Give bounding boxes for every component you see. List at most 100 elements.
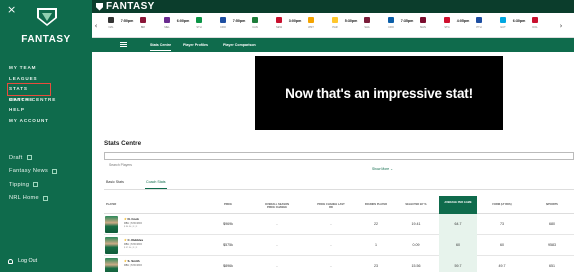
hamburger-menu-icon[interactable] [120, 42, 127, 47]
team-abbr: CAN [252, 26, 258, 29]
col-dollar-per-point[interactable]: $/POINTS [534, 203, 570, 206]
cell-avg: 60 [439, 235, 477, 256]
table-row[interactable]: ★ N. Cook RBU | SYD ROO $ 94.3k | 3 | 3 $96… [104, 214, 574, 235]
nrl-logo [25, 6, 69, 28]
team-abbr: DOL [532, 26, 538, 29]
fixture-match[interactable]: NEW 3:00pm WST [274, 15, 326, 35]
close-icon[interactable]: × [7, 3, 16, 16]
fixture-match[interactable]: PAR 5:30pm SHA [330, 15, 382, 35]
table-row[interactable]: ★ S. Smith RBU | SYD ROO $896k - - 23 15.56 59.… [104, 256, 574, 272]
show-more-button[interactable]: Show More ⌄ [372, 167, 393, 171]
star-icon[interactable]: ★ [124, 238, 128, 242]
sidebar-item-leagues[interactable]: LEAGUES [9, 74, 89, 85]
cell-last: - [330, 222, 332, 226]
chevron-right-icon[interactable]: › [558, 20, 564, 32]
team-logo-icon [364, 17, 370, 23]
logout-label: Log Out [18, 258, 38, 264]
cell-avg: 59.7 [439, 256, 477, 272]
cell-season: - [276, 243, 278, 247]
star-icon[interactable]: ★ [124, 259, 128, 263]
fixtures-strip: ‹ › NZL 7:50pm BRI MEL 6:00pm STH CRO 7:50pm CAN… [92, 13, 574, 38]
cell-selected: 19.41 [411, 222, 421, 226]
logout-button[interactable]: Log Out [8, 258, 37, 264]
team-abbr: WST [308, 26, 314, 29]
team-abbr: NZL [108, 26, 114, 29]
col-season-change[interactable]: OVERALL SEASON PRICE CHANGE [262, 203, 292, 210]
team-logo-icon [476, 17, 482, 23]
player-avatar [105, 237, 118, 254]
sidebar-link-nrl-home[interactable]: NRL Home [9, 192, 57, 206]
table-row[interactable]: ★ C. Rubbles RBU | SYD ROO $ 57.5k | 3 | 3… [104, 235, 574, 256]
search-players-input[interactable] [105, 162, 573, 168]
col-rounds[interactable]: ROUNDS PLAYED [364, 203, 388, 206]
sidebar-item-my-account[interactable]: MY ACCOUNT [9, 116, 89, 127]
team-logo-icon [140, 17, 146, 23]
col-selected[interactable]: SELECTED BY % [404, 203, 428, 206]
sidebar-item-match-centre[interactable]: MATCH CENTRE [9, 95, 89, 106]
cell-pts: 680 [549, 222, 555, 226]
sidebar-item-stats-centre[interactable]: STATS CENTRE [7, 83, 51, 102]
team-abbr: STH [196, 26, 202, 29]
player-name[interactable]: ★ S. Smith [124, 259, 140, 263]
fixture-match[interactable]: CRO 7:35pm MAN [386, 15, 438, 35]
fixture-match[interactable]: NZL 7:50pm BRI [106, 15, 158, 35]
player-name[interactable]: ★ C. Rubbles [124, 238, 143, 242]
tab-player-comparison[interactable]: Player Comparison [223, 38, 256, 52]
cell-selected: 15.56 [411, 264, 421, 268]
player-position-team: RBU | SYD ROO [124, 222, 143, 225]
sidebar-item-help[interactable]: HELP [9, 105, 89, 116]
fixture-time: 6:30pm [512, 19, 526, 23]
sidebar-link-label: Tipping [9, 181, 30, 188]
fixture-match[interactable]: CRO 7:50pm CAN [218, 15, 270, 35]
cell-season: - [276, 222, 278, 226]
team-logo-icon [196, 17, 202, 23]
team-abbr: GCT [500, 26, 506, 29]
sidebar-menu: MY TEAM LEAGUES STATS CENTRE MATCH CENTR… [7, 63, 89, 127]
tab-stats-centre[interactable]: Stats Centre [150, 38, 172, 52]
team-abbr: CRO [220, 26, 226, 29]
team-logo-icon [108, 17, 114, 23]
player-position-team: RBU | SYD ROO [124, 243, 143, 246]
tab-coach-stats[interactable]: Coach Stats [145, 180, 167, 189]
player-name[interactable]: ★ N. Cook [124, 217, 139, 221]
col-last-rd-change[interactable]: PRICE CHANGE LAST RD [316, 203, 346, 210]
top-bar: FANTASY [92, 0, 574, 13]
sidebar-item-my-team[interactable]: MY TEAM [9, 63, 89, 74]
cell-price: $969k [223, 222, 233, 226]
cell-price: $896k [223, 264, 233, 268]
tab-basic-stats[interactable]: Basic Stats [106, 180, 124, 184]
chevron-left-icon[interactable]: ‹ [93, 20, 99, 32]
col-player[interactable]: PLAYER [106, 203, 130, 206]
team-logo-icon [252, 17, 258, 23]
team-logo-icon [220, 17, 226, 23]
col-form[interactable]: FORM (LT RDS) [488, 203, 516, 206]
cell-rounds: 23 [374, 264, 378, 268]
nrl-mini-logo-icon [96, 2, 103, 11]
sidebar-link-tipping[interactable]: Tipping [9, 178, 57, 192]
sidebar-external-links: Draft Fantasy News Tipping NRL Home [9, 151, 58, 206]
team-logo-icon [420, 17, 426, 23]
fixture-time: 7:50pm [120, 19, 134, 23]
fixture-match[interactable]: MEL 6:00pm STH [162, 15, 214, 35]
fixture-match[interactable]: GCT 6:30pm DOL [498, 15, 550, 35]
fixture-match[interactable]: STG 4:05pm PTH [442, 15, 494, 35]
team-abbr: PTH [476, 26, 482, 29]
stats-table-header: PLAYER PRICE OVERALL SEASON PRICE CHANGE… [104, 196, 574, 214]
player-avatar [105, 216, 118, 233]
col-price[interactable]: PRICE [216, 203, 240, 206]
team-logo-icon [532, 17, 538, 23]
sidebar: × FANTASY MY TEAM LEAGUES STATS CENTRE M… [0, 0, 92, 272]
sidebar-link-draft[interactable]: Draft [9, 151, 57, 165]
col-average[interactable]: AVERAGE PER GAME [439, 196, 477, 214]
sidebar-link-fantasy-news[interactable]: Fantasy News [9, 165, 58, 179]
player-position-team: RBU | SYD ROO [124, 264, 143, 267]
star-icon[interactable]: ★ [124, 217, 128, 221]
sidebar-brand: FANTASY [21, 34, 71, 45]
cell-selected: 0.09 [412, 243, 420, 247]
team-logo-icon [388, 17, 394, 23]
tab-player-profiles[interactable]: Player Profiles [183, 38, 208, 52]
team-abbr: SHA [364, 26, 370, 29]
stats-tabs: Basic Stats Coach Stats [104, 177, 574, 190]
external-link-icon [33, 182, 39, 188]
external-link-icon [26, 155, 32, 161]
